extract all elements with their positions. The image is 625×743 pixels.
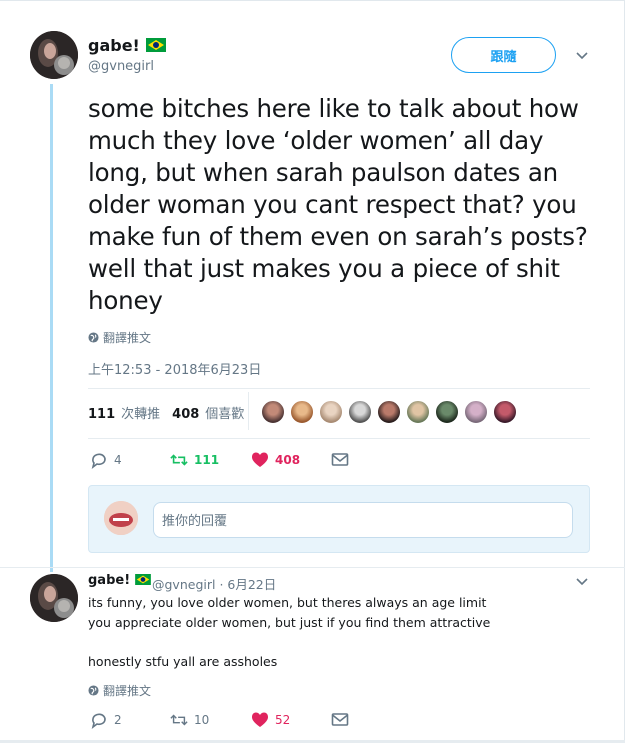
chevron-down-icon[interactable] — [575, 51, 589, 61]
like-count: 52 — [275, 713, 291, 727]
liker-avatar[interactable] — [493, 400, 517, 424]
reply-handle-text: @gvnegirl — [152, 577, 216, 592]
retweet-icon — [170, 714, 188, 726]
retweet-count: 111 — [194, 453, 220, 467]
reply-avatar[interactable] — [30, 574, 78, 622]
avatar[interactable] — [30, 31, 78, 79]
author-handle[interactable]: @gvnegirl — [88, 59, 154, 74]
chevron-down-icon[interactable] — [575, 577, 589, 587]
brazil-flag-icon — [135, 574, 151, 585]
author-name[interactable]: gabe! — [88, 36, 166, 55]
globe-icon — [88, 332, 99, 343]
message-action[interactable] — [331, 711, 355, 729]
reply-action[interactable]: 4 — [90, 451, 122, 469]
reply-icon — [91, 453, 106, 469]
retweet-action[interactable]: 10 — [170, 711, 209, 729]
divider — [88, 388, 590, 389]
liker-avatar[interactable] — [348, 400, 372, 424]
translate-tweet-link[interactable]: 翻譯推文 — [88, 682, 151, 699]
translate-label: 翻譯推文 — [103, 331, 152, 345]
reply-input[interactable] — [153, 502, 573, 538]
reply-count: 2 — [114, 713, 122, 727]
divider — [88, 438, 590, 439]
thread-line — [50, 84, 53, 572]
reply-count: 4 — [114, 453, 122, 467]
like-count: 408 — [172, 407, 200, 422]
like-action[interactable]: 52 — [251, 711, 290, 729]
liker-avatar[interactable] — [261, 400, 285, 424]
like-action[interactable]: 408 — [251, 451, 300, 469]
reply-icon — [91, 713, 106, 729]
reply-box — [88, 485, 590, 553]
liker-avatar[interactable] — [377, 400, 401, 424]
like-stat[interactable]: 408 個喜歡 — [172, 403, 244, 422]
timestamp[interactable]: 上午12:53 - 2018年6月23日 — [88, 359, 261, 378]
translate-label: 翻譯推文 — [103, 684, 152, 698]
reply-tweet-text: its funny, you love older women, but the… — [88, 595, 491, 669]
engagement-stats: 111 次轉推 408 個喜歡 — [88, 403, 256, 422]
reply-action[interactable]: 2 — [90, 711, 122, 729]
envelope-icon — [331, 453, 349, 466]
retweet-stat-label: 次轉推 — [121, 407, 161, 422]
retweet-stat[interactable]: 111 次轉推 — [88, 403, 160, 422]
liker-avatar[interactable] — [464, 400, 488, 424]
message-action[interactable] — [331, 451, 355, 469]
likers-avatars — [261, 400, 522, 424]
follow-button[interactable]: 跟隨 — [451, 37, 556, 73]
liker-avatar[interactable] — [406, 400, 430, 424]
reply-date[interactable]: · 6月22日 — [219, 577, 276, 592]
current-user-avatar — [104, 501, 138, 535]
tweet-text: some bitches here like to talk about how… — [88, 94, 588, 315]
retweet-count: 111 — [88, 407, 116, 422]
retweet-icon — [170, 454, 188, 466]
like-count: 408 — [275, 453, 301, 467]
translate-tweet-link[interactable]: 翻譯推文 — [88, 329, 151, 346]
liker-avatar[interactable] — [290, 400, 314, 424]
top-border — [0, 0, 625, 1]
liker-avatar[interactable] — [435, 400, 459, 424]
liker-avatar[interactable] — [319, 400, 343, 424]
reply-author-name[interactable]: gabe! — [88, 573, 151, 588]
retweet-count: 10 — [194, 713, 210, 727]
like-stat-label: 個喜歡 — [205, 407, 245, 422]
brazil-flag-icon — [145, 38, 166, 52]
stat-divider — [248, 392, 249, 430]
divider — [0, 567, 625, 568]
reply-author-handle[interactable]: @gvnegirl · 6月22日 — [152, 574, 276, 593]
heart-icon — [252, 452, 268, 467]
globe-icon — [88, 685, 99, 696]
envelope-icon — [331, 713, 349, 726]
retweet-action[interactable]: 111 — [170, 451, 219, 469]
heart-icon — [252, 712, 268, 727]
